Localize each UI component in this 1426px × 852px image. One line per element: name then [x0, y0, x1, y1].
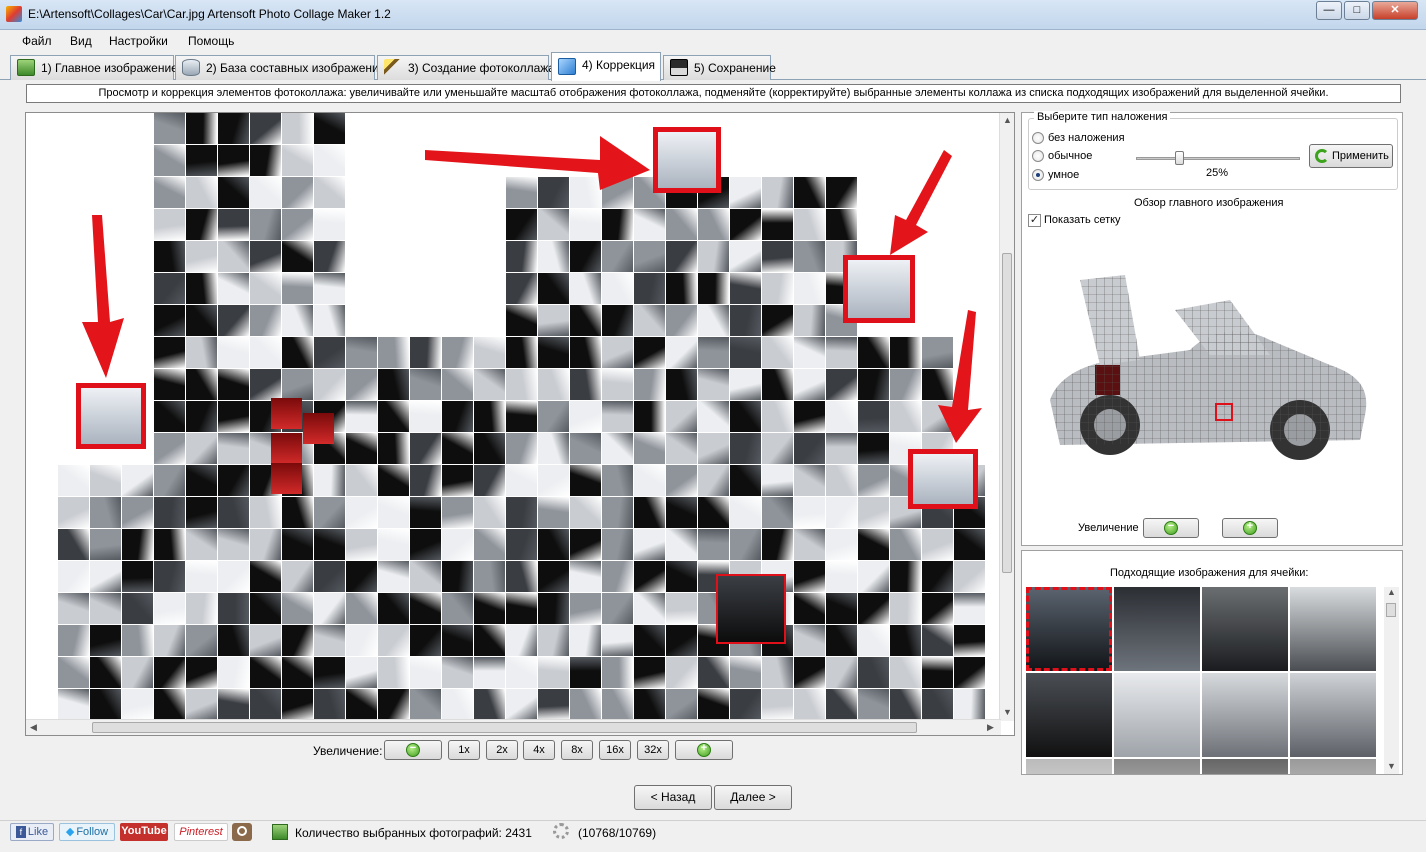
minus-icon: −: [406, 742, 420, 757]
suitable-image-thumb[interactable]: [1114, 673, 1200, 757]
arrow-right-annotation: [425, 136, 650, 190]
minus-icon: −: [1164, 520, 1178, 535]
facebook-icon: f: [15, 826, 26, 838]
suitable-images-panel: Подходящие изображения для ячейки: ▲ ▼: [1021, 550, 1403, 775]
minus-glyph: −: [1167, 520, 1175, 532]
youtube-icon: YouTube: [121, 825, 167, 837]
overview-zoom-in-button[interactable]: +: [1222, 518, 1278, 538]
overview-zoom-label: Увеличение: [1078, 522, 1139, 534]
suitable-images-title: Подходящие изображения для ячейки:: [1110, 567, 1309, 579]
overlay-group-title: Выберите тип наложения: [1034, 111, 1171, 123]
arrow-down-annotation: [82, 215, 124, 378]
plus-glyph: +: [1246, 520, 1254, 532]
overview-zoom-out-button[interactable]: −: [1143, 518, 1199, 538]
scroll-up-icon[interactable]: ▲: [1387, 587, 1396, 597]
suitable-scroll-thumb[interactable]: [1386, 603, 1396, 617]
suitable-image-thumb[interactable]: [1114, 587, 1200, 671]
minus-glyph: −: [409, 742, 417, 754]
suitable-image-thumb[interactable]: [1114, 759, 1200, 774]
like-label: Like: [27, 826, 49, 838]
overlay-radio-smart[interactable]: [1032, 169, 1044, 181]
arrow-down-annotation: [938, 310, 982, 443]
plus-icon: +: [697, 742, 711, 757]
overlay-radio-none[interactable]: [1032, 132, 1044, 144]
plus-icon: +: [1243, 520, 1257, 535]
suitable-images-grid: [1026, 587, 1382, 774]
zoom-2x-button[interactable]: 2x: [486, 740, 518, 760]
suitable-image-thumb[interactable]: [1026, 587, 1112, 671]
zoom-8x-button[interactable]: 8x: [561, 740, 593, 760]
apply-button[interactable]: Применить: [1309, 144, 1393, 168]
zoom-4x-button[interactable]: 4x: [523, 740, 555, 760]
zoom-1x-button[interactable]: 1x: [448, 740, 480, 760]
zoom-32x-button[interactable]: 32x: [637, 740, 669, 760]
youtube-button[interactable]: YouTube: [120, 823, 168, 841]
suitable-image-thumb[interactable]: [1290, 587, 1376, 671]
collage-zoom-label: Увеличение:: [313, 744, 383, 758]
twitter-icon: ◆: [65, 826, 75, 838]
suitable-scrollbar[interactable]: ▲ ▼: [1384, 587, 1399, 774]
back-button[interactable]: < Назад: [634, 785, 712, 810]
overlay-radio-normal[interactable]: [1032, 150, 1044, 162]
status-progress: (10768/10769): [578, 826, 657, 840]
suitable-image-thumb[interactable]: [1026, 673, 1112, 757]
refresh-icon: [1315, 149, 1329, 163]
suitable-image-thumb[interactable]: [1202, 587, 1288, 671]
suitable-image-thumb[interactable]: [1202, 673, 1288, 757]
overview-image[interactable]: [1040, 270, 1380, 470]
suitable-image-thumb[interactable]: [1290, 759, 1376, 774]
overview-title: Обзор главного изображения: [1134, 197, 1284, 209]
instagram-button[interactable]: [232, 823, 252, 841]
pinterest-icon: Pinterest: [179, 826, 223, 838]
overlay-slider-track[interactable]: [1136, 157, 1300, 160]
photos-icon: [272, 824, 288, 840]
collage-zoom-out-button[interactable]: −: [384, 740, 442, 760]
suitable-image-thumb[interactable]: [1290, 673, 1376, 757]
zoom-16x-button[interactable]: 16x: [599, 740, 631, 760]
plus-glyph: +: [700, 742, 708, 754]
apply-label: Применить: [1332, 150, 1389, 162]
overlay-option-label: обычное: [1048, 150, 1093, 162]
show-grid-label: Показать сетку: [1044, 214, 1121, 226]
twitter-follow-button[interactable]: ◆ Follow: [59, 823, 115, 841]
overlay-slider-thumb[interactable]: [1175, 151, 1184, 165]
show-grid-checkbox[interactable]: ✓: [1028, 214, 1041, 227]
overlay-option-label: умное: [1048, 169, 1080, 181]
scroll-down-icon[interactable]: ▼: [1387, 761, 1396, 771]
suitable-image-thumb[interactable]: [1202, 759, 1288, 774]
loading-spinner-icon: [553, 823, 569, 839]
suitable-image-thumb[interactable]: [1026, 759, 1112, 774]
overlay-option-label: без наложения: [1048, 132, 1125, 144]
overlay-value-label: 25%: [1206, 167, 1229, 179]
status-text: Количество выбранных фотографий: 2431: [295, 826, 532, 840]
next-button[interactable]: Далее >: [714, 785, 792, 810]
facebook-like-button[interactable]: f Like: [10, 823, 54, 841]
collage-zoom-in-button[interactable]: +: [675, 740, 733, 760]
follow-label: Follow: [76, 826, 109, 838]
arrow-down-annotation: [890, 150, 952, 255]
instagram-icon: [237, 826, 247, 836]
pinterest-button[interactable]: Pinterest: [174, 823, 228, 841]
